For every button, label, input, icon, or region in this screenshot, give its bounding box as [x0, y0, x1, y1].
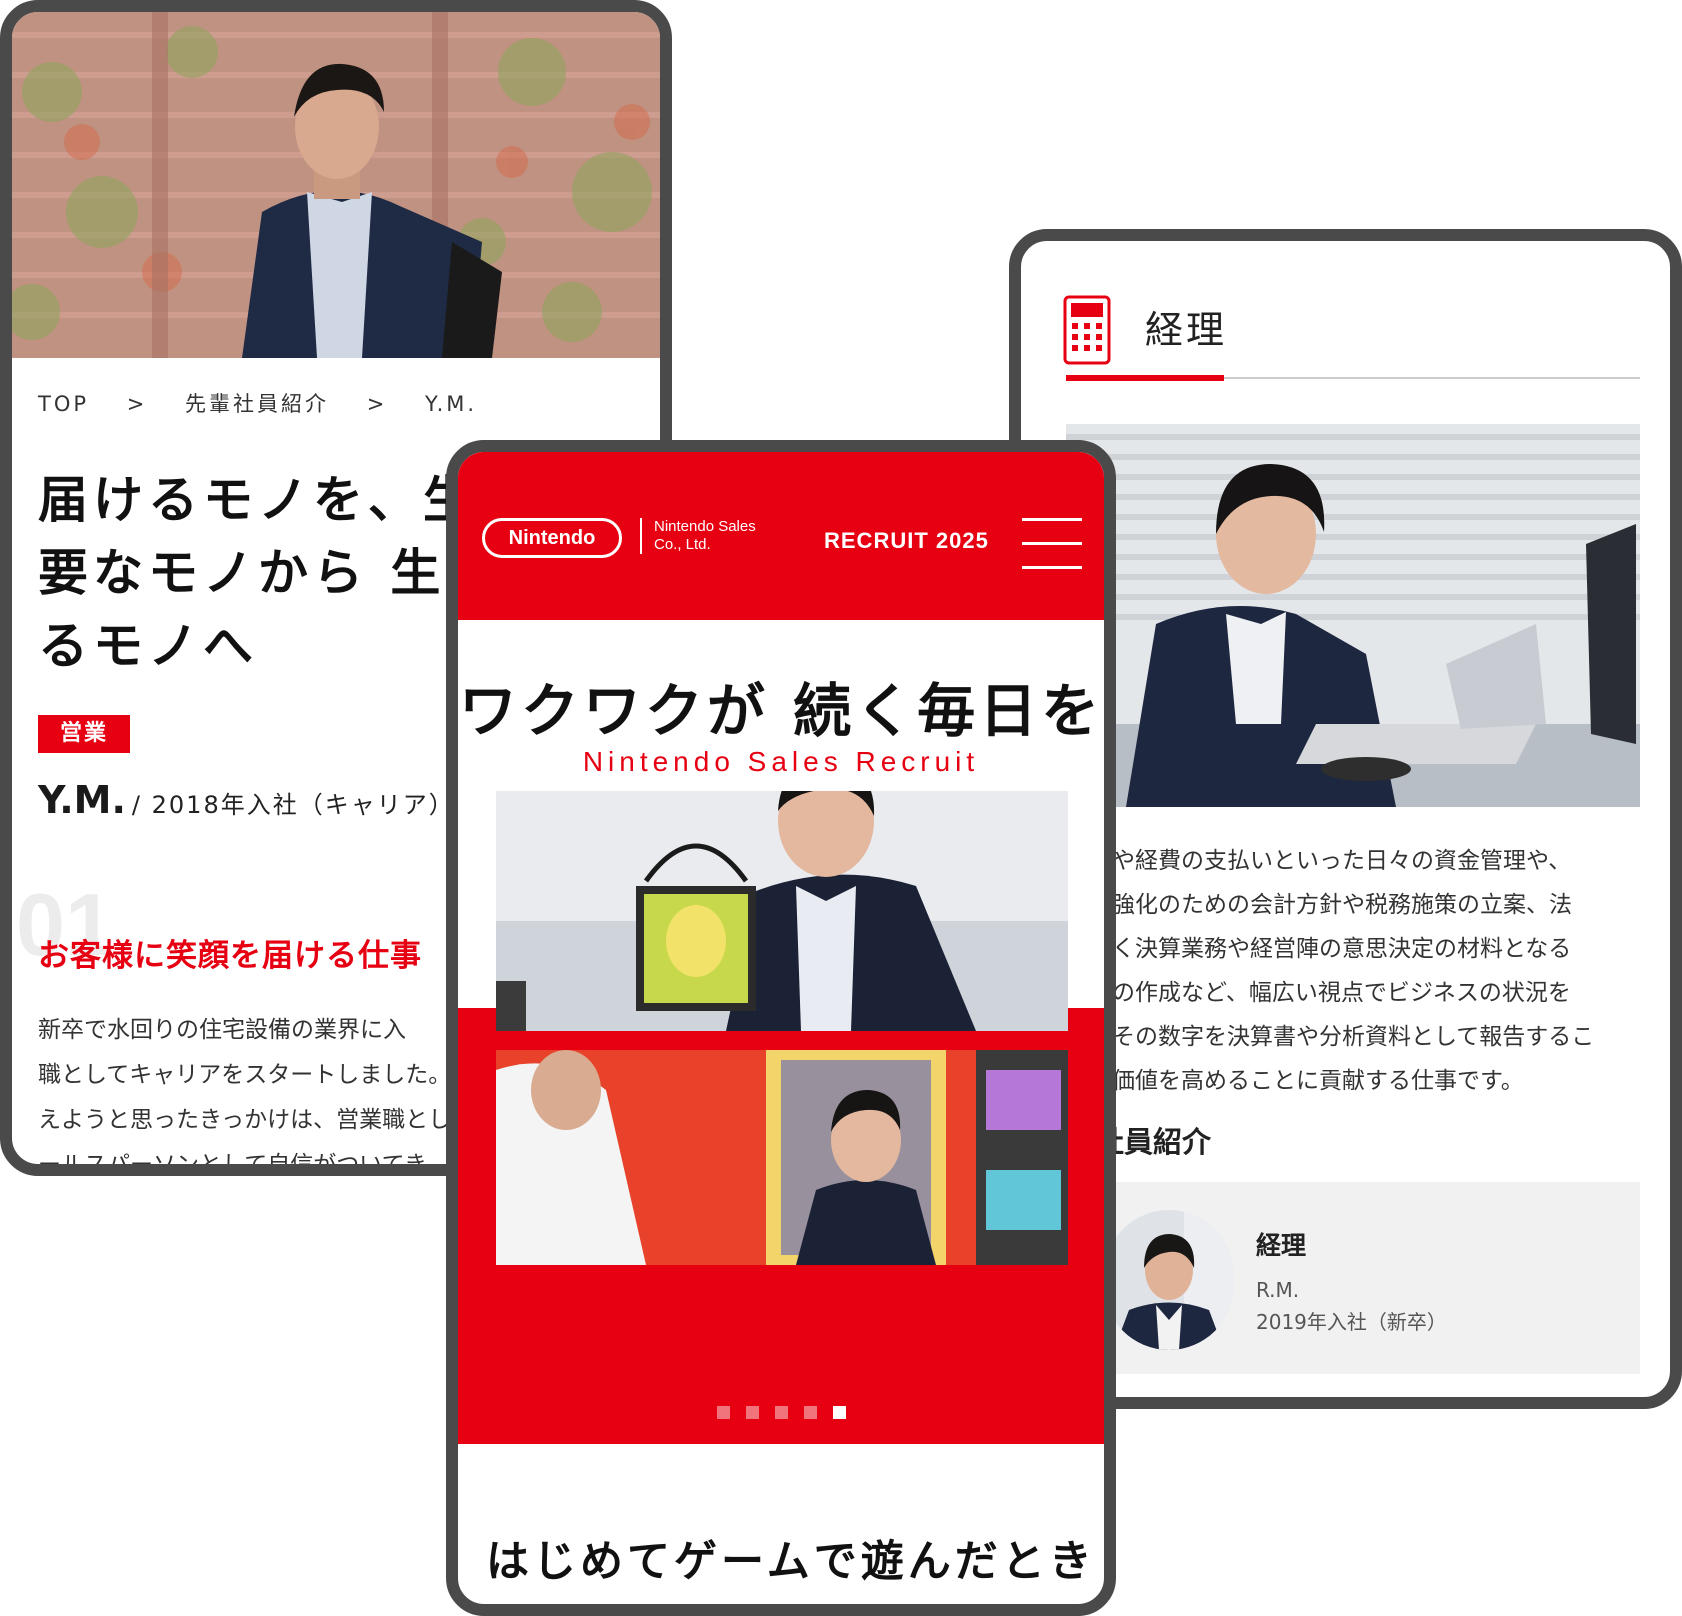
slider-dot-active[interactable] — [832, 1406, 846, 1419]
recruit-year-label[interactable]: RECRUIT 2025 — [824, 528, 989, 554]
department-title: 経理 — [1145, 308, 1228, 352]
breadcrumb-top-link[interactable]: TOP — [38, 392, 89, 416]
description-line: 資料の作成など、幅広い視点でビジネスの状況を — [1066, 980, 1571, 1006]
description-line: 回収や経費の支払いといった日々の資金管理や、 — [1066, 848, 1572, 874]
employee-card[interactable]: 経理 R.M. 2019年入社（新卒） — [1066, 1182, 1640, 1374]
hero-slide-photo — [496, 791, 1068, 1031]
slider-pagination — [458, 1404, 1104, 1423]
recruit-top-screen: Nintendo Nintendo Sales Co., Ltd. RECRUI… — [446, 440, 1116, 1616]
intro-lead-text: はじめてゲームで遊んだとき のこと、覚えていますか？ — [486, 1528, 1096, 1604]
department-tag: 営業 — [38, 715, 130, 753]
description-line: 企業価値を高めることに貢献する仕事です。 — [1066, 1068, 1524, 1094]
hero-slide-photo-2 — [496, 1050, 1068, 1265]
breadcrumb: TOP > 先輩社員紹介 > Y.M. — [38, 388, 505, 418]
hamburger-menu-icon[interactable] — [1022, 518, 1082, 572]
breadcrumb-employees-link[interactable]: 先輩社員紹介 — [185, 392, 329, 416]
lead-line: のこと、覚えていますか？ — [486, 1596, 1086, 1604]
department-photo — [1066, 424, 1640, 807]
description-line: 基づく決算業務や経営陣の意思決定の材料となる — [1066, 936, 1572, 962]
nintendo-logo[interactable]: Nintendo — [482, 518, 622, 558]
main-catchphrase: ワクワクが 続く毎日を — [458, 677, 1104, 745]
company-name: Nintendo Sales Co., Ltd. — [654, 518, 756, 554]
slider-dot[interactable] — [774, 1406, 788, 1419]
calculator-icon — [1063, 295, 1111, 365]
slider-dot[interactable] — [745, 1406, 759, 1419]
employee-name: Y.M. — [38, 778, 126, 822]
employee-card-joined: 2019年入社（新卒） — [1256, 1310, 1447, 1334]
site-header: Nintendo Nintendo Sales Co., Ltd. RECRUI… — [458, 452, 1104, 620]
employee-card-department: 経理 — [1256, 1231, 1307, 1260]
description-line: 体質強化のための会計方針や税務施策の立案、法 — [1066, 892, 1572, 918]
avatar — [1104, 1210, 1234, 1350]
company-name-line: Co., Ltd. — [654, 536, 711, 553]
employee-hero-photo — [12, 12, 660, 358]
employee-card-meta: R.M. 2019年入社（新卒） — [1256, 1274, 1447, 1338]
breadcrumb-separator: > — [366, 392, 388, 416]
department-description: 回収や経費の支払いといった日々の資金管理や、 体質強化のための会計方針や税務施策… — [1066, 839, 1666, 1103]
lead-line: はじめてゲームで遊んだとき — [486, 1537, 1096, 1587]
employee-join-info: / 2018年入社（キャリア） — [131, 791, 455, 819]
company-name-line: Nintendo Sales — [654, 518, 756, 535]
title-accent-bar — [1066, 375, 1224, 381]
slider-dot[interactable] — [803, 1406, 817, 1419]
logo-divider — [640, 518, 642, 554]
catchphrase-subtitle: Nintendo Sales Recruit — [582, 746, 980, 777]
section-heading: お客様に笑顔を届ける仕事 — [38, 938, 422, 974]
breadcrumb-current: Y.M. — [425, 392, 478, 416]
employee-name-line: Y.M./ 2018年入社（キャリア） — [38, 778, 455, 822]
description-line: し、その数字を決算書や分析資料として報告するこ — [1066, 1024, 1595, 1050]
slider-dot[interactable] — [716, 1406, 730, 1419]
breadcrumb-separator: > — [126, 392, 148, 416]
employee-card-name: R.M. — [1256, 1278, 1300, 1302]
